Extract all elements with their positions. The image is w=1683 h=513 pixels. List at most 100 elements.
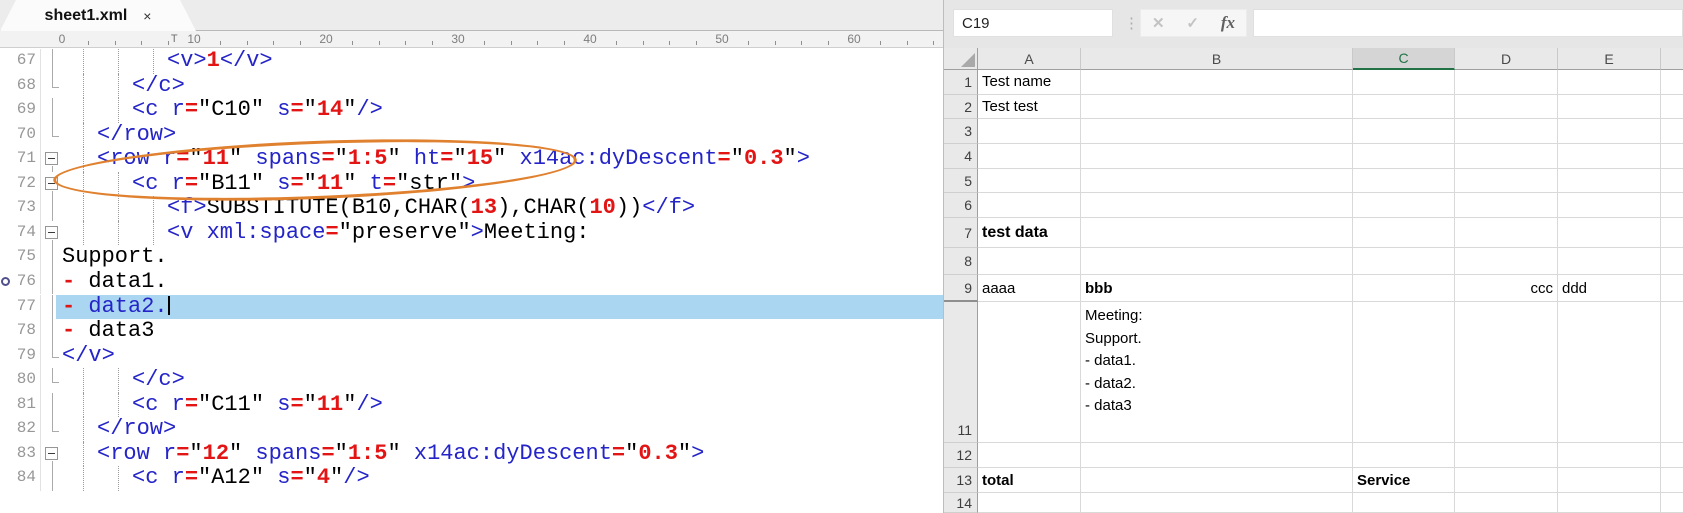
- col-header-C[interactable]: C: [1353, 48, 1455, 70]
- cell-D4[interactable]: [1455, 144, 1558, 169]
- cell-E4[interactable]: [1558, 144, 1661, 169]
- code-line-79[interactable]: 79</v>: [0, 344, 943, 369]
- cell-C12[interactable]: [1353, 443, 1455, 468]
- cell-A9[interactable]: aaaa: [978, 275, 1081, 302]
- code-text-67[interactable]: <v>1</v>: [56, 49, 943, 74]
- code-text-79[interactable]: </v>: [56, 344, 943, 369]
- cell-B12[interactable]: [1081, 443, 1353, 468]
- cell-C9[interactable]: [1353, 275, 1455, 302]
- cell-E3[interactable]: [1558, 119, 1661, 144]
- editor-tab-sheet1[interactable]: sheet1.xml ×: [0, 0, 196, 31]
- code-line-76[interactable]: 76- data1.: [0, 270, 943, 295]
- name-box[interactable]: C19: [953, 9, 1113, 37]
- code-line-73[interactable]: 73<f>SUBSTITUTE(B10,CHAR(13),CHAR(10))</…: [0, 196, 943, 221]
- code-line-83[interactable]: 83<row r="12" spans="1:5" x14ac:dyDescen…: [0, 442, 943, 467]
- cell-A12[interactable]: [978, 443, 1081, 468]
- cell-A7[interactable]: test data: [978, 218, 1081, 248]
- cell-B2[interactable]: [1081, 95, 1353, 120]
- code-line-72[interactable]: 72<c r="B11" s="11" t="str">: [0, 172, 943, 197]
- cell-F7[interactable]: [1661, 218, 1683, 248]
- cell-D8[interactable]: [1455, 248, 1558, 275]
- cell-A1[interactable]: Test name: [978, 70, 1081, 95]
- cell-B14[interactable]: [1081, 493, 1353, 513]
- code-line-70[interactable]: 70</row>: [0, 123, 943, 148]
- cell-B8[interactable]: [1081, 248, 1353, 275]
- cell-D5[interactable]: [1455, 169, 1558, 194]
- cell-C2[interactable]: [1353, 95, 1455, 120]
- cell-C13[interactable]: Service: [1353, 468, 1455, 493]
- cell-C5[interactable]: [1353, 169, 1455, 194]
- code-line-84[interactable]: 84<c r="A12" s="4"/>: [0, 466, 943, 491]
- cell-C7[interactable]: [1353, 218, 1455, 248]
- code-text-72[interactable]: <c r="B11" s="11" t="str">: [56, 172, 943, 197]
- cell-A4[interactable]: [978, 144, 1081, 169]
- cell-E14[interactable]: [1558, 493, 1661, 513]
- cell-D9[interactable]: ccc: [1455, 275, 1558, 302]
- cell-F14[interactable]: [1661, 493, 1683, 513]
- cell-E12[interactable]: [1558, 443, 1661, 468]
- cell-C6[interactable]: [1353, 193, 1455, 218]
- cell-F1[interactable]: [1661, 70, 1683, 95]
- code-text-69[interactable]: <c r="C10" s="14"/>: [56, 98, 943, 123]
- code-text-84[interactable]: <c r="A12" s="4"/>: [56, 466, 943, 491]
- select-all-corner[interactable]: [944, 48, 978, 70]
- code-text-80[interactable]: </c>: [56, 368, 943, 393]
- row-header-8[interactable]: 8: [944, 248, 978, 275]
- cell-D12[interactable]: [1455, 443, 1558, 468]
- cell-B6[interactable]: [1081, 193, 1353, 218]
- cell-C8[interactable]: [1353, 248, 1455, 275]
- code-text-76[interactable]: - data1.: [56, 270, 943, 295]
- cell-D13[interactable]: [1455, 468, 1558, 493]
- cell-A2[interactable]: Test test: [978, 95, 1081, 120]
- cell-E11[interactable]: [1558, 302, 1661, 443]
- cell-E13[interactable]: [1558, 468, 1661, 493]
- cell-A6[interactable]: [978, 193, 1081, 218]
- cell-D2[interactable]: [1455, 95, 1558, 120]
- row-header-11[interactable]: 11: [944, 302, 978, 443]
- col-header-A[interactable]: A: [978, 48, 1081, 70]
- row-header-7[interactable]: 7: [944, 218, 978, 248]
- cell-A8[interactable]: [978, 248, 1081, 275]
- cell-A11[interactable]: [978, 302, 1081, 443]
- cell-F5[interactable]: [1661, 169, 1683, 194]
- cell-B3[interactable]: [1081, 119, 1353, 144]
- cell-F2[interactable]: [1661, 95, 1683, 120]
- cell-F4[interactable]: [1661, 144, 1683, 169]
- code-line-74[interactable]: 74<v xml:space="preserve">Meeting:: [0, 221, 943, 246]
- code-line-81[interactable]: 81<c r="C11" s="11"/>: [0, 393, 943, 418]
- cell-C14[interactable]: [1353, 493, 1455, 513]
- cell-F8[interactable]: [1661, 248, 1683, 275]
- col-header-D[interactable]: D: [1455, 48, 1558, 70]
- cell-E5[interactable]: [1558, 169, 1661, 194]
- code-area[interactable]: 67<v>1</v>68</c>69<c r="C10" s="14"/>70<…: [0, 48, 943, 513]
- cell-B11[interactable]: Meeting: Support. - data1. - data2. - da…: [1081, 302, 1353, 443]
- code-line-69[interactable]: 69<c r="C10" s="14"/>: [0, 98, 943, 123]
- cell-E1[interactable]: [1558, 70, 1661, 95]
- cell-E8[interactable]: [1558, 248, 1661, 275]
- row-header-9[interactable]: 9: [944, 275, 978, 302]
- cell-F6[interactable]: [1661, 193, 1683, 218]
- cell-D3[interactable]: [1455, 119, 1558, 144]
- cell-B1[interactable]: [1081, 70, 1353, 95]
- code-text-68[interactable]: </c>: [56, 74, 943, 99]
- col-header-E[interactable]: E: [1558, 48, 1661, 70]
- row-header-5[interactable]: 5: [944, 169, 978, 194]
- cell-B9[interactable]: bbb: [1081, 275, 1353, 302]
- cell-D7[interactable]: [1455, 218, 1558, 248]
- cell-C11[interactable]: [1353, 302, 1455, 443]
- col-header-F-partial[interactable]: [1661, 48, 1683, 70]
- formula-input[interactable]: [1253, 9, 1683, 37]
- row-header-12[interactable]: 12: [944, 443, 978, 468]
- code-text-70[interactable]: </row>: [56, 123, 943, 148]
- cell-C3[interactable]: [1353, 119, 1455, 144]
- cancel-icon[interactable]: ✕: [1152, 14, 1165, 32]
- cell-B5[interactable]: [1081, 169, 1353, 194]
- cell-D11[interactable]: [1455, 302, 1558, 443]
- cell-D14[interactable]: [1455, 493, 1558, 513]
- row-header-3[interactable]: 3: [944, 119, 978, 144]
- code-text-82[interactable]: </row>: [56, 417, 943, 442]
- cell-B4[interactable]: [1081, 144, 1353, 169]
- code-text-77[interactable]: - data2.: [56, 295, 943, 320]
- cell-C1[interactable]: [1353, 70, 1455, 95]
- code-line-77[interactable]: 77- data2.: [0, 295, 943, 320]
